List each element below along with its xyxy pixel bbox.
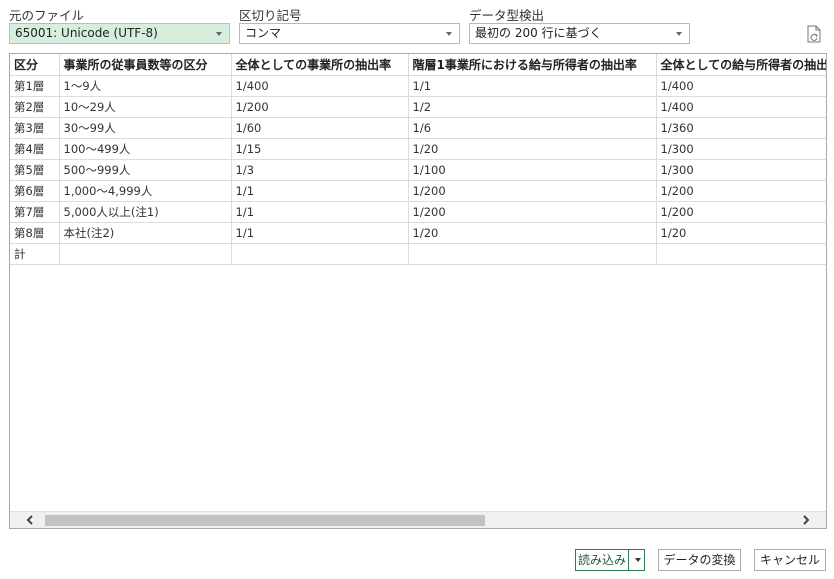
transform-data-button[interactable]: データの変換 xyxy=(658,549,741,571)
chevron-down-icon xyxy=(446,32,452,36)
table-cell: 1/60 xyxy=(231,117,409,139)
table-cell: 1/20 xyxy=(408,138,657,160)
table-cell: 第4層 xyxy=(10,138,60,160)
table-row: 第7層 5,000人以上(注1) 1/1 1/200 1/200 xyxy=(10,201,826,223)
source-file-label: 元のファイル xyxy=(9,8,85,23)
table-row: 計 xyxy=(10,243,826,265)
table-cell: 1/1 xyxy=(231,180,409,202)
table-row: 第1層 1～9人 1/400 1/1 1/400 xyxy=(10,75,826,97)
table-row: 第8層 本社(注2) 1/1 1/20 1/20 xyxy=(10,222,826,244)
table-cell xyxy=(408,243,657,265)
chevron-down-icon[interactable] xyxy=(635,558,641,562)
table-cell: 1/200 xyxy=(408,201,657,223)
column-header: 事業所の従事員数等の区分 xyxy=(59,54,232,76)
table-row: 第6層 1,000～4,999人 1/1 1/200 1/200 xyxy=(10,180,826,202)
table-cell: 1/6 xyxy=(408,117,657,139)
table-cell: 5,000人以上(注1) xyxy=(59,201,232,223)
table-cell xyxy=(59,243,232,265)
delimiter-value: コンマ xyxy=(245,26,282,40)
table-cell: 1/400 xyxy=(656,75,826,97)
scroll-left-button[interactable] xyxy=(15,512,45,528)
table-cell: 計 xyxy=(10,243,60,265)
table-cell: 1/1 xyxy=(408,75,657,97)
table-cell: 1～9人 xyxy=(59,75,232,97)
table-cell: 1/200 xyxy=(408,180,657,202)
type-detection-dropdown[interactable]: 最初の 200 行に基づく xyxy=(469,23,690,44)
column-header: 階層1事業所における給与所得者の抽出率 xyxy=(408,54,657,76)
table-cell: 第2層 xyxy=(10,96,60,118)
source-file-value: 65001: Unicode (UTF-8) xyxy=(15,26,158,40)
table-cell: 1/2 xyxy=(408,96,657,118)
column-header: 区分 xyxy=(10,54,60,76)
load-button[interactable]: 読み込み xyxy=(575,549,645,571)
column-header: 全体としての事業所の抽出率 xyxy=(231,54,409,76)
table-cell: 本社(注2) xyxy=(59,222,232,244)
chevron-down-icon xyxy=(676,32,682,36)
load-button-label: 読み込み xyxy=(577,553,626,567)
table-cell: 1/3 xyxy=(231,159,409,181)
preview-grid[interactable]: 区分 事業所の従事員数等の区分 全体としての事業所の抽出率 階層1事業所における… xyxy=(9,53,827,529)
header-row: 区分 事業所の従事員数等の区分 全体としての事業所の抽出率 階層1事業所における… xyxy=(10,54,826,76)
table-cell: 100～499人 xyxy=(59,138,232,160)
column-header: 全体としての給与所得者の抽出率 xyxy=(656,54,826,76)
table-row: 第3層 30～99人 1/60 1/6 1/360 xyxy=(10,117,826,139)
table-cell: 1/15 xyxy=(231,138,409,160)
table-cell: 1/20 xyxy=(408,222,657,244)
cancel-button[interactable]: キャンセル xyxy=(754,549,826,571)
table-cell: 1/1 xyxy=(231,222,409,244)
table-cell: 第8層 xyxy=(10,222,60,244)
type-detection-label: データ型検出 xyxy=(469,8,545,23)
table-cell: 1/100 xyxy=(408,159,657,181)
source-file-dropdown[interactable]: 65001: Unicode (UTF-8) xyxy=(9,23,230,44)
chevron-down-icon xyxy=(216,32,222,36)
delimiter-dropdown[interactable]: コンマ xyxy=(239,23,460,44)
scroll-right-button[interactable] xyxy=(791,512,821,528)
preview-table: 区分 事業所の従事員数等の区分 全体としての事業所の抽出率 階層1事業所における… xyxy=(10,54,826,265)
table-row: 第2層 10～29人 1/200 1/2 1/400 xyxy=(10,96,826,118)
type-detection-value: 最初の 200 行に基づく xyxy=(475,26,602,40)
table-cell: 第3層 xyxy=(10,117,60,139)
split-divider xyxy=(628,550,629,570)
scrollbar-thumb[interactable] xyxy=(45,515,485,526)
horizontal-scrollbar[interactable] xyxy=(10,511,826,528)
table-cell xyxy=(231,243,409,265)
table-cell: 1/400 xyxy=(656,96,826,118)
table-cell: 30～99人 xyxy=(59,117,232,139)
table-cell: 1/200 xyxy=(656,180,826,202)
refresh-document-icon[interactable] xyxy=(806,25,822,43)
table-cell: 1/1 xyxy=(231,201,409,223)
table-row: 第4層 100～499人 1/15 1/20 1/300 xyxy=(10,138,826,160)
table-cell: 1/200 xyxy=(231,96,409,118)
table-cell: 1,000～4,999人 xyxy=(59,180,232,202)
table-cell: 1/200 xyxy=(656,201,826,223)
table-cell: 第6層 xyxy=(10,180,60,202)
table-cell: 第5層 xyxy=(10,159,60,181)
table-row: 第5層 500～999人 1/3 1/100 1/300 xyxy=(10,159,826,181)
table-cell: 1/20 xyxy=(656,222,826,244)
table-cell: 10～29人 xyxy=(59,96,232,118)
table-cell: 1/300 xyxy=(656,159,826,181)
table-cell: 1/400 xyxy=(231,75,409,97)
table-cell: 500～999人 xyxy=(59,159,232,181)
table-cell: 1/360 xyxy=(656,117,826,139)
table-cell: 第1層 xyxy=(10,75,60,97)
chevron-left-icon xyxy=(26,515,33,525)
table-cell xyxy=(656,243,826,265)
table-cell: 第7層 xyxy=(10,201,60,223)
chevron-right-icon xyxy=(803,515,810,525)
table-cell: 1/300 xyxy=(656,138,826,160)
delimiter-label: 区切り記号 xyxy=(239,8,302,23)
